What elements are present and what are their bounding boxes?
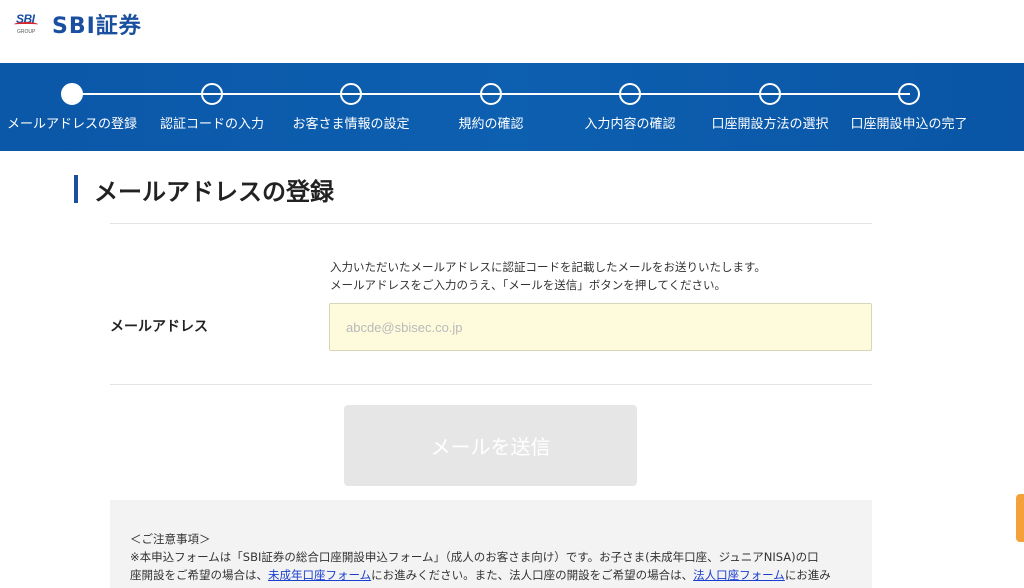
step-label-3: お客さま情報の設定 [292, 117, 410, 132]
sbi-logo[interactable]: SBI GROUP SBI証券 [14, 8, 142, 40]
notice-box: ＜ご注意事項＞ ※本申込フォームは「SBI証券の総合口座開設申込フォーム」（成人… [110, 500, 872, 588]
site-header: SBI GROUP SBI証券 [0, 0, 1024, 63]
notice-text: ＜ご注意事項＞ ※本申込フォームは「SBI証券の総合口座開設申込フォーム」（成人… [130, 530, 860, 584]
step-label-5: 入力内容の確認 [584, 117, 676, 132]
email-field[interactable] [329, 303, 872, 351]
notice-line-1: ※本申込フォームは「SBI証券の総合口座開設申込フォーム」（成人のお客さま向け）… [130, 550, 819, 564]
notice-heading: ＜ご注意事項＞ [130, 532, 211, 546]
description-line-1: 入力いただいたメールアドレスに認証コードを記載したメールをお送りいたします。 [330, 260, 766, 274]
notice-line-2-c: にお進み [784, 568, 831, 582]
description-line-2: メールアドレスをご入力のうえ、「メールを送信」ボタンを押してください。 [330, 278, 727, 292]
notice-line-2-b: にお進みください。また、法人口座の開設をご希望の場合は、 [371, 568, 694, 582]
step-node-1 [61, 83, 83, 105]
sbi-group-logo-icon: SBI GROUP [14, 9, 42, 39]
page-title: メールアドレスの登録 [94, 178, 334, 206]
logo-group-text: GROUP [17, 29, 36, 35]
logo-swoosh [14, 22, 38, 27]
step-node-5 [619, 83, 641, 105]
corporate-account-form-link[interactable]: 法人口座フォーム [693, 568, 785, 582]
step-node-4 [480, 83, 502, 105]
form-divider [110, 384, 872, 385]
step-label-7: 口座開設申込の完了 [850, 117, 968, 132]
notice-line-2: 座開設をご希望の場合は、未成年口座フォームにお進みください。また、法人口座の開設… [130, 566, 860, 584]
step-label-4: 規約の確認 [458, 117, 524, 132]
progress-steps: メールアドレスの登録 認証コードの入力 お客さま情報の設定 規約の確認 入力内容… [0, 63, 1024, 151]
email-label: メールアドレス [110, 319, 208, 335]
step-node-7 [898, 83, 920, 105]
send-email-button[interactable]: メールを送信 [344, 405, 637, 486]
title-divider [110, 223, 872, 224]
step-label-1: メールアドレスの登録 [6, 117, 138, 132]
minor-account-form-link[interactable]: 未成年口座フォーム [268, 568, 371, 582]
title-accent-bar [74, 175, 78, 203]
step-label-6: 口座開設方法の選択 [711, 117, 829, 132]
step-node-6 [759, 83, 781, 105]
step-label-2: 認証コードの入力 [159, 117, 265, 132]
notice-line-2-a: 座開設をご希望の場合は、 [130, 568, 268, 582]
step-node-3 [340, 83, 362, 105]
logo-text: SBI証券 [52, 14, 142, 39]
side-floating-tab[interactable] [1016, 494, 1024, 542]
form-description: 入力いただいたメールアドレスに認証コードを記載したメールをお送りいたします。 メ… [330, 258, 766, 294]
step-node-2 [201, 83, 223, 105]
